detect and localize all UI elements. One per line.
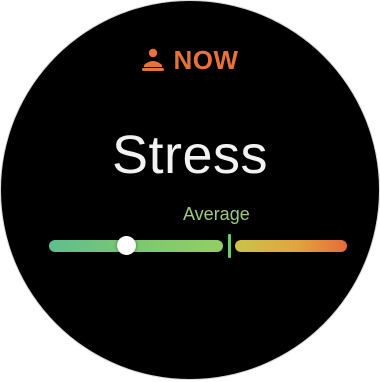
average-marker <box>228 234 231 258</box>
watch-screen: NOW Stress Average <box>1 1 379 379</box>
gauge-high-segment <box>235 240 347 252</box>
stress-gauge <box>49 234 347 258</box>
now-header: NOW <box>1 45 379 76</box>
gauge-low-segment <box>49 240 223 252</box>
now-label: NOW <box>173 45 239 75</box>
meditation-person-icon <box>142 48 165 71</box>
page-title: Stress <box>111 125 269 185</box>
stress-level-label: Average <box>183 204 250 224</box>
stress-indicator <box>117 236 136 255</box>
